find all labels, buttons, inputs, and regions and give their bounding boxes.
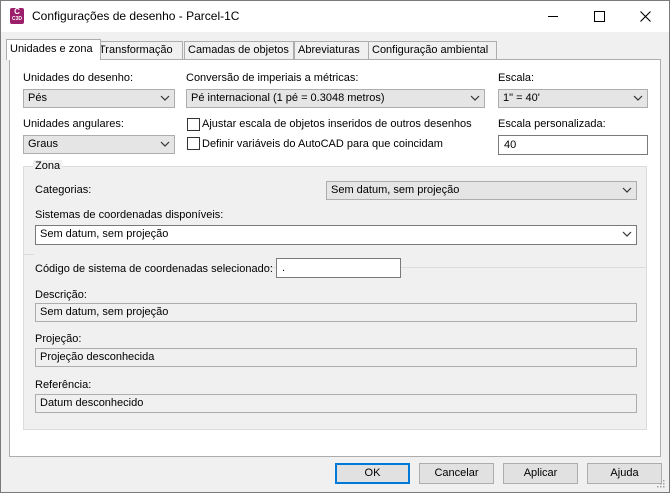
close-icon [639, 11, 651, 22]
angular-units-select[interactable]: Graus [23, 135, 175, 154]
app-icon-letter: C [14, 7, 20, 16]
imperial-conversion-label: Conversão de imperiais a métricas: [186, 72, 359, 84]
categories-label: Categorias: [35, 184, 92, 196]
available-cs-select[interactable]: Sem datum, sem projeção [35, 225, 637, 245]
maximize-icon [593, 11, 605, 22]
categories-value: Sem datum, sem projeção [331, 184, 460, 196]
selected-code-label: Código de sistema de coordenadas selecio… [35, 263, 273, 275]
tab-configuracao-ambiental[interactable]: Configuração ambiental [368, 41, 497, 59]
projection-field: Projeção desconhecida [35, 348, 637, 367]
available-cs-value: Sem datum, sem projeção [40, 228, 169, 240]
imperial-conversion-value: Pé internacional (1 pé = 0.3048 metros) [191, 92, 385, 104]
tab-transformacao[interactable]: Transformação [95, 41, 183, 59]
description-field: Sem datum, sem projeção [35, 303, 637, 322]
selected-code-input[interactable]: . [276, 258, 401, 278]
minimize-icon [548, 16, 558, 17]
dialog-window: C C3D Configurações de desenho - Parcel-… [0, 0, 670, 493]
tab-abreviaturas[interactable]: Abreviaturas [294, 41, 370, 59]
close-button[interactable] [622, 1, 668, 32]
app-icon-caption: C3D [11, 16, 22, 22]
resize-grip-icon[interactable] [655, 478, 665, 488]
chevron-down-icon [622, 187, 632, 193]
projection-label: Projeção: [35, 333, 82, 345]
chevron-down-icon [470, 95, 480, 101]
scale-objects-checkbox[interactable] [187, 118, 200, 131]
autocad-vars-checkbox[interactable] [187, 137, 200, 150]
chevron-down-icon [160, 141, 170, 147]
ok-button[interactable]: OK [335, 463, 410, 484]
scale-value: 1" = 40' [503, 92, 540, 104]
tab-unidades-e-zona[interactable]: Unidades e zona [6, 39, 101, 60]
maximize-button[interactable] [576, 1, 622, 32]
scale-select[interactable]: 1" = 40' [498, 89, 648, 108]
drawing-units-select[interactable]: Pés [23, 89, 175, 108]
help-button[interactable]: Ajuda [587, 463, 662, 484]
civil3d-app-icon: C C3D [10, 8, 24, 24]
available-cs-label: Sistemas de coordenadas disponíveis: [35, 209, 224, 221]
chevron-down-icon [622, 231, 632, 237]
custom-scale-input[interactable]: 40 [498, 135, 648, 155]
chevron-down-icon [633, 95, 643, 101]
angular-units-value: Graus [28, 138, 58, 150]
window-title: Configurações de desenho - Parcel-1C [32, 9, 240, 23]
reference-field: Datum desconhecido [35, 394, 637, 413]
divider [24, 254, 34, 255]
autocad-vars-label: Definir variáveis do AutoCAD para que co… [202, 138, 443, 150]
drawing-units-value: Pés [28, 92, 47, 104]
apply-button[interactable]: Aplicar [503, 463, 578, 484]
title-bar[interactable]: C C3D Configurações de desenho - Parcel-… [1, 1, 669, 32]
angular-units-label: Unidades angulares: [23, 118, 124, 130]
minimize-button[interactable] [530, 1, 576, 32]
custom-scale-label: Escala personalizada: [498, 118, 606, 130]
tab-camadas-de-objetos[interactable]: Camadas de objetos [184, 41, 294, 59]
zone-group-title: Zona [33, 160, 63, 172]
categories-select[interactable]: Sem datum, sem projeção [326, 181, 637, 200]
scale-objects-label: Ajustar escala de objetos inseridos de o… [202, 118, 472, 130]
imperial-conversion-select[interactable]: Pé internacional (1 pé = 0.3048 metros) [186, 89, 485, 108]
reference-label: Referência: [35, 379, 92, 391]
drawing-units-label: Unidades do desenho: [23, 72, 134, 84]
chevron-down-icon [160, 95, 170, 101]
cancel-button[interactable]: Cancelar [419, 463, 494, 484]
description-label: Descrição: [35, 289, 87, 301]
scale-label: Escala: [498, 72, 535, 84]
zone-group [23, 166, 647, 430]
